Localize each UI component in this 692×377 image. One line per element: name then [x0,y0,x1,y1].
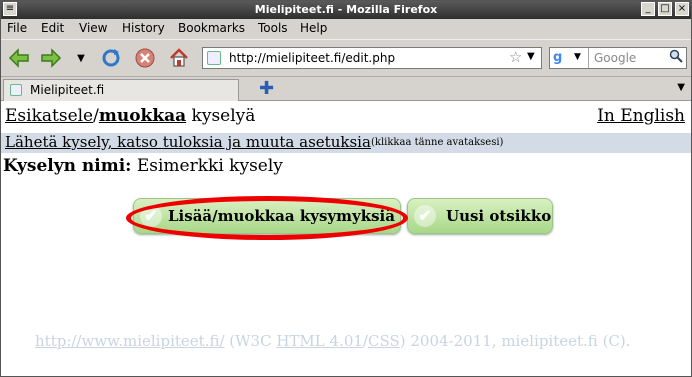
site-favicon-icon [207,51,221,65]
footer-html-link[interactable]: HTML 4.01 [276,332,363,350]
search-placeholder[interactable]: Google [594,51,636,65]
tab-label: Mielipiteet.fi [30,83,105,97]
navigation-toolbar: ▼ http://mielipiteet.fi/edit.php ☆ ▼ g ▼… [1,39,691,77]
menu-help[interactable]: Help [300,21,327,35]
tab-bar: Mielipiteet.fi ✚ ▼ [1,77,691,101]
history-dropdown-icon[interactable]: ▼ [69,46,93,70]
edit-link[interactable]: muokkaa [99,106,186,126]
menu-history[interactable]: History [122,21,165,35]
maximize-button[interactable]: □ [658,2,672,16]
checkmark-icon: ✔ [414,205,436,227]
search-divider [588,48,589,68]
language-switch: In English [597,106,685,126]
settings-hint: (klikkaa tänne avataksesi) [371,137,504,148]
footer-copyright: ) 2004-2011, mielipiteet.fi (C). [399,332,631,350]
menu-bookmarks[interactable]: Bookmarks [178,21,245,35]
preview-link[interactable]: Esikatsele [5,106,93,126]
poll-name-value: Esimerkki kysely [131,156,283,176]
minimize-button[interactable]: _ [641,2,655,16]
tab-favicon-icon [10,84,22,96]
settings-link[interactable]: Lähetä kysely, katso tuloksia ja muuta a… [5,133,371,151]
home-icon[interactable] [167,46,191,70]
new-title-button[interactable]: ✔ Uusi otsikko [407,198,553,234]
footer-site-link[interactable]: http://www.mielipiteet.fi/ [35,332,225,350]
edit-questions-button[interactable]: ✔ Lisää/muokkaa kysymyksiä [133,198,401,234]
crumb-suffix: kyselyä [186,106,256,126]
page-content: Esikatsele/muokkaa kyselyä In English Lä… [1,101,691,376]
menu-bar: File Edit View History Bookmarks Tools H… [1,19,691,39]
new-title-label: Uusi otsikko [446,207,552,225]
menu-view[interactable]: View [79,21,107,35]
url-dropdown-icon[interactable]: ▼ [527,51,535,62]
search-icon[interactable] [669,49,683,67]
footer-css-link[interactable]: CSS [368,332,400,350]
engine-dropdown-icon[interactable]: ▼ [574,52,581,62]
new-tab-plus-icon[interactable]: ✚ [259,78,274,99]
poll-name-label: Kyselyn nimi: [3,156,132,176]
checkmark-icon: ✔ [140,205,162,227]
title-bar: ≡ Mielipiteet.fi - Mozilla Firefox _ □ × [1,1,691,19]
address-bar[interactable]: http://mielipiteet.fi/edit.php ☆ ▼ [202,47,542,69]
footer-w3c-open: (W3C [224,332,277,350]
stop-icon[interactable] [133,46,157,70]
menu-tools[interactable]: Tools [258,21,288,35]
reload-icon[interactable] [99,46,123,70]
window-title: Mielipiteet.fi - Mozilla Firefox [254,3,438,16]
tab-list-dropdown-icon[interactable]: ▼ [677,82,685,93]
address-url[interactable]: http://mielipiteet.fi/edit.php [229,51,395,65]
close-button[interactable]: × [675,2,689,16]
back-arrow-icon[interactable] [7,46,31,70]
page-footer: http://www.mielipiteet.fi/ (W3C HTML 4.0… [35,332,631,350]
google-engine-icon[interactable]: g [553,50,569,66]
bookmark-star-icon[interactable]: ☆ [509,48,522,66]
english-link[interactable]: In English [597,106,685,126]
tab-mielipiteet[interactable]: Mielipiteet.fi [3,79,239,101]
menu-file[interactable]: File [7,21,27,35]
settings-bar[interactable]: Lähetä kysely, katso tuloksia ja muuta a… [1,133,691,153]
menu-edit[interactable]: Edit [41,21,64,35]
poll-name: Kyselyn nimi: Esimerkki kysely [3,156,283,176]
search-box[interactable]: g ▼ Google [549,47,687,69]
page-breadcrumb: Esikatsele/muokkaa kyselyä [5,106,255,126]
browser-window: ≡ Mielipiteet.fi - Mozilla Firefox _ □ ×… [0,0,692,377]
edit-questions-label: Lisää/muokkaa kysymyksiä [168,207,395,225]
forward-arrow-icon[interactable] [39,46,63,70]
